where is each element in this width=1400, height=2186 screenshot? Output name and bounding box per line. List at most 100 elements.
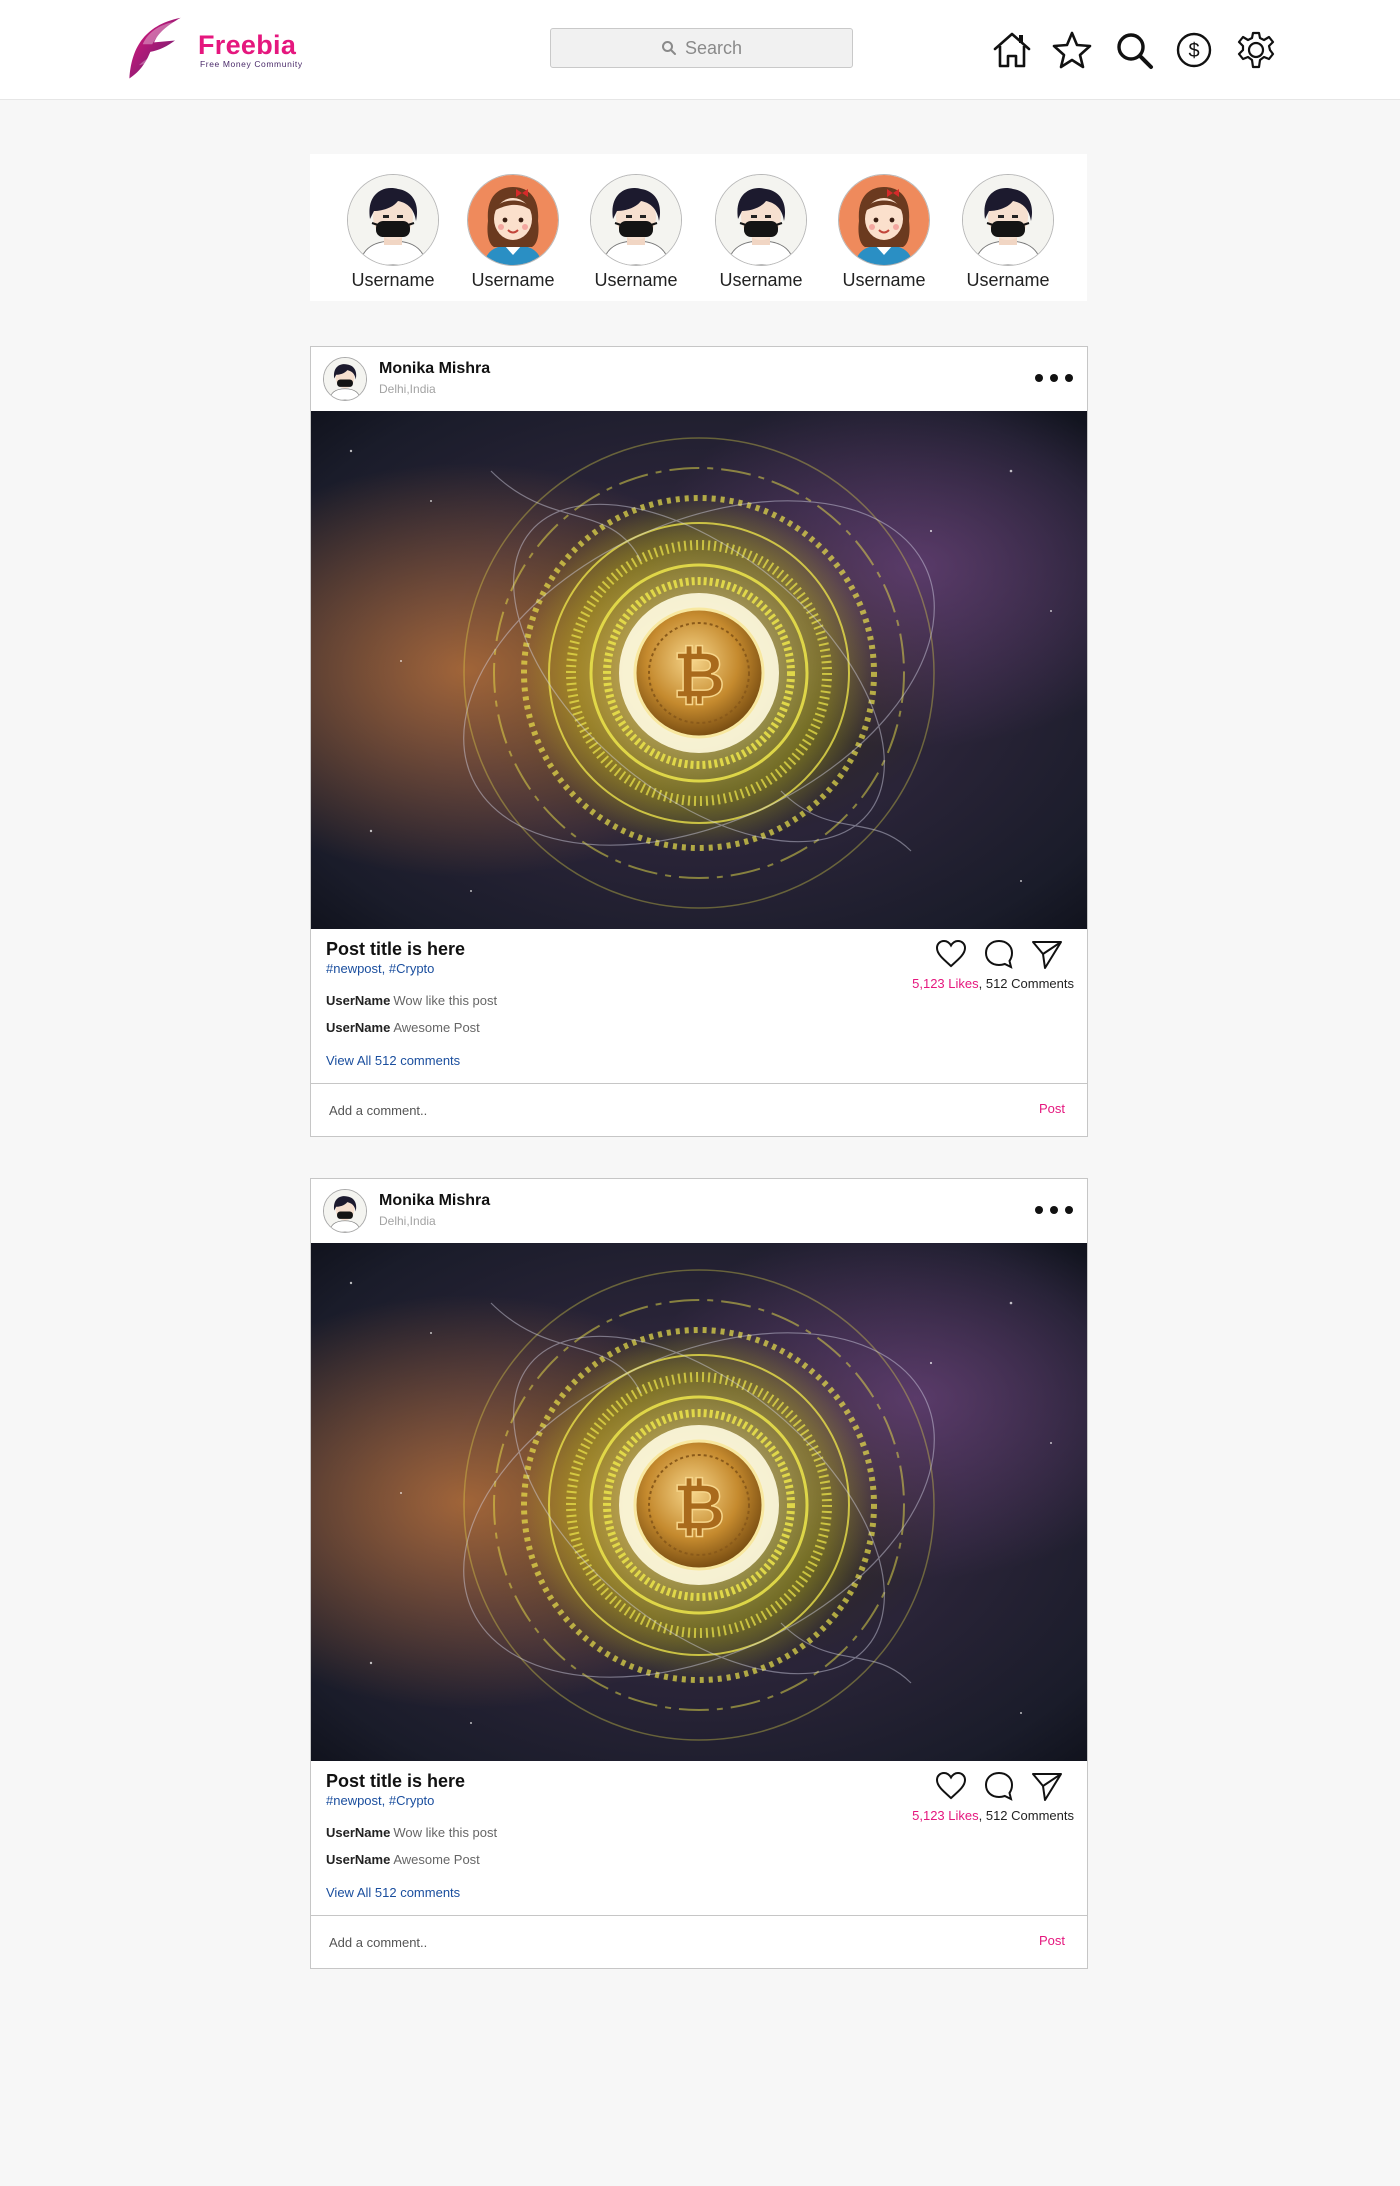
- avatar: [962, 174, 1054, 266]
- view-all-comments-link[interactable]: View All 512 comments: [326, 1053, 460, 1068]
- post-author-name[interactable]: Monika Mishra: [379, 1192, 490, 1210]
- boy-avatar-icon: [963, 175, 1053, 265]
- boy-avatar-icon: [716, 175, 806, 265]
- comment-text: Awesome Post: [393, 1020, 480, 1035]
- comment-user[interactable]: UserName: [326, 1852, 390, 1867]
- story-username: Username: [966, 270, 1050, 290]
- more-options-icon[interactable]: [1035, 367, 1073, 389]
- comments-count[interactable]: , 512 Comments: [979, 1808, 1074, 1823]
- boy-avatar-icon: [324, 1190, 366, 1232]
- post-tags[interactable]: #newpost, #Crypto: [326, 961, 434, 976]
- send-icon: [1032, 941, 1062, 969]
- boy-avatar-icon: [324, 358, 366, 400]
- comment-item: UserName Awesome Post: [326, 1852, 480, 1867]
- brand-logo[interactable]: Freebia Free Money Community: [118, 10, 318, 90]
- avatar: [590, 174, 682, 266]
- like-button[interactable]: [933, 936, 969, 972]
- story-username: Username: [471, 270, 555, 290]
- stories-strip: Username Username Username Username User…: [310, 154, 1087, 301]
- post-tags[interactable]: #newpost, #Crypto: [326, 1793, 434, 1808]
- post-author-name[interactable]: Monika Mishra: [379, 360, 490, 378]
- comment-composer: Post: [311, 1915, 1087, 1968]
- post-stats: 5,123 Likes, 512 Comments: [912, 1808, 1074, 1823]
- post-image[interactable]: ₿: [311, 411, 1087, 929]
- top-bar: Freebia Free Money Community Search $: [0, 0, 1400, 100]
- svg-text:₿: ₿: [673, 1471, 725, 1543]
- comment-item: UserName Awesome Post: [326, 1020, 480, 1035]
- nav-home-button[interactable]: [990, 28, 1034, 72]
- nav-wallet-button[interactable]: $: [1172, 28, 1216, 72]
- story-username: Username: [594, 270, 678, 290]
- post-card: Monika Mishra Delhi,India ₿ Post title i…: [310, 1178, 1088, 1969]
- comment-button[interactable]: [981, 936, 1017, 972]
- comment-composer: Post: [311, 1083, 1087, 1136]
- search-bar[interactable]: Search: [550, 28, 853, 68]
- boy-avatar-icon: [348, 175, 438, 265]
- boy-avatar-icon: [591, 175, 681, 265]
- comments-count[interactable]: , 512 Comments: [979, 976, 1074, 991]
- comment-input[interactable]: [329, 1930, 929, 1954]
- story-username: Username: [842, 270, 926, 290]
- share-button[interactable]: [1029, 1768, 1065, 1804]
- brand-tagline: Free Money Community: [200, 59, 303, 69]
- share-button[interactable]: [1029, 936, 1065, 972]
- comment-user[interactable]: UserName: [326, 993, 390, 1008]
- more-options-icon[interactable]: [1035, 1199, 1073, 1221]
- svg-text:₿: ₿: [673, 639, 725, 711]
- comment-text: Wow like this post: [393, 1825, 498, 1840]
- story-item[interactable]: Username: [581, 174, 691, 291]
- comment-text: Awesome Post: [393, 1852, 480, 1867]
- avatar[interactable]: [323, 357, 367, 401]
- avatar[interactable]: [323, 1189, 367, 1233]
- comment-icon: [984, 939, 1014, 969]
- story-item[interactable]: Username: [953, 174, 1063, 291]
- post-title: Post title is here: [326, 1771, 466, 1791]
- heart-icon: [935, 1771, 967, 1800]
- nav-settings-button[interactable]: [1234, 28, 1278, 72]
- post-location: Delhi,India: [379, 1214, 436, 1228]
- post-stats: 5,123 Likes, 512 Comments: [912, 976, 1074, 991]
- post-card: Monika Mishra Delhi,India ₿ Post title i…: [310, 346, 1088, 1137]
- nav-search-button[interactable]: [1112, 28, 1156, 72]
- comment-item: UserName Wow like this post: [326, 993, 497, 1008]
- avatar: [347, 174, 439, 266]
- comment-button[interactable]: [981, 1768, 1017, 1804]
- girl-avatar-icon: [839, 175, 929, 265]
- comment-input[interactable]: [329, 1098, 929, 1122]
- brand-name: Freebia: [198, 30, 297, 60]
- like-button[interactable]: [933, 1768, 969, 1804]
- magnifier-icon: [1117, 33, 1153, 69]
- story-item[interactable]: Username: [829, 174, 939, 291]
- post-title: Post title is here: [326, 939, 466, 959]
- view-all-comments-link[interactable]: View All 512 comments: [326, 1885, 460, 1900]
- bitcoin-galaxy-image: ₿: [311, 411, 1087, 929]
- girl-avatar-icon: [468, 175, 558, 265]
- search-icon: [661, 41, 676, 55]
- post-header: Monika Mishra Delhi,India: [311, 347, 1087, 411]
- post-location: Delhi,India: [379, 382, 436, 396]
- heart-icon: [935, 939, 967, 968]
- svg-text:$: $: [1188, 40, 1199, 62]
- story-item[interactable]: Username: [706, 174, 816, 291]
- avatar: [715, 174, 807, 266]
- post-comment-button[interactable]: Post: [1039, 1101, 1065, 1116]
- nav-favorites-button[interactable]: [1050, 28, 1094, 72]
- avatar: [467, 174, 559, 266]
- story-username: Username: [351, 270, 435, 290]
- comment-item: UserName Wow like this post: [326, 1825, 497, 1840]
- star-icon: [1052, 31, 1092, 69]
- freebia-logo-icon: [129, 17, 181, 79]
- story-item[interactable]: Username: [458, 174, 568, 291]
- comment-user[interactable]: UserName: [326, 1825, 390, 1840]
- post-comment-button[interactable]: Post: [1039, 1933, 1065, 1948]
- likes-count[interactable]: 5,123 Likes: [912, 1808, 979, 1823]
- home-icon: [993, 32, 1031, 68]
- post-image[interactable]: ₿: [311, 1243, 1087, 1761]
- story-item[interactable]: Username: [338, 174, 448, 291]
- comment-user[interactable]: UserName: [326, 1020, 390, 1035]
- search-placeholder: Search: [684, 37, 743, 58]
- likes-count[interactable]: 5,123 Likes: [912, 976, 979, 991]
- story-username: Username: [719, 270, 803, 290]
- post-header: Monika Mishra Delhi,India: [311, 1179, 1087, 1243]
- comment-icon: [984, 1771, 1014, 1801]
